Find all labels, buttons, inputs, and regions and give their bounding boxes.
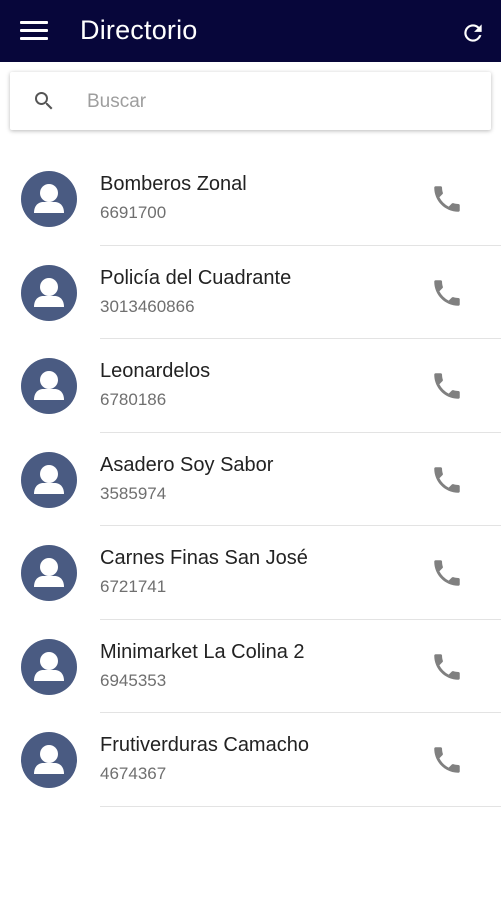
contact-item[interactable]: Asadero Soy Sabor 3585974	[0, 433, 501, 526]
search-bar	[10, 72, 491, 130]
call-button[interactable]	[430, 463, 464, 497]
menu-icon	[20, 21, 48, 24]
phone-icon	[434, 466, 460, 493]
call-button[interactable]	[430, 182, 464, 216]
contact-item[interactable]: Policía del Cuadrante 3013460866	[0, 246, 501, 339]
search-input[interactable]	[85, 84, 469, 120]
person-icon	[34, 184, 64, 213]
avatar	[21, 358, 77, 414]
contact-phone: 3585974	[100, 483, 167, 503]
contact-item[interactable]: Frutiverduras Camacho 4674367	[0, 713, 501, 807]
contact-name: Asadero Soy Sabor	[100, 453, 274, 476]
person-icon	[34, 464, 64, 494]
phone-icon	[434, 560, 460, 586]
menu-button[interactable]	[20, 20, 48, 42]
contact-name: Carnes Finas San José	[100, 547, 308, 569]
phone-icon	[434, 279, 460, 306]
contact-list: Bomberos Zonal 6691700 Policía del Cuadr…	[0, 152, 501, 807]
contact-phone: 4674367	[100, 764, 167, 783]
avatar	[21, 732, 77, 788]
phone-icon	[434, 747, 460, 773]
call-button[interactable]	[430, 650, 464, 684]
avatar	[21, 171, 77, 227]
contact-phone: 6945353	[100, 670, 167, 690]
app-bar: Directorio	[0, 0, 501, 62]
person-icon	[34, 371, 64, 400]
call-button[interactable]	[430, 276, 464, 310]
contact-phone: 6691700	[100, 203, 167, 222]
contact-phone: 6721741	[100, 577, 167, 596]
contact-item[interactable]: Minimarket La Colina 2 6945353	[0, 620, 501, 713]
contact-name: Leonardelos	[100, 360, 211, 382]
contact-item[interactable]: Bomberos Zonal 6691700	[0, 152, 501, 246]
page-title: Directorio	[80, 15, 198, 45]
person-icon	[34, 277, 64, 307]
contact-name: Frutiverduras Camacho	[100, 734, 309, 756]
contact-phone: 6780186	[100, 390, 167, 409]
contact-name: Bomberos Zonal	[100, 173, 247, 195]
avatar	[21, 638, 77, 695]
contact-item[interactable]: Carnes Finas San José 6721741	[0, 526, 501, 620]
phone-icon	[434, 653, 460, 680]
phone-icon	[434, 186, 460, 212]
refresh-icon	[464, 24, 482, 42]
person-icon	[34, 651, 64, 681]
call-button[interactable]	[430, 369, 464, 403]
person-icon	[34, 745, 64, 774]
contact-phone: 3013460866	[100, 296, 195, 316]
contact-name: Policía del Cuadrante	[100, 266, 292, 289]
avatar	[21, 451, 77, 508]
call-button[interactable]	[430, 556, 464, 590]
contact-name: Minimarket La Colina 2	[100, 640, 305, 663]
refresh-button[interactable]	[460, 20, 486, 46]
search-icon	[35, 92, 53, 110]
contact-item[interactable]: Leonardelos 6780186	[0, 339, 501, 433]
avatar	[21, 545, 77, 601]
person-icon	[34, 558, 64, 587]
divider	[100, 805, 501, 807]
avatar	[21, 264, 77, 321]
call-button[interactable]	[430, 743, 464, 777]
phone-icon	[434, 373, 460, 399]
